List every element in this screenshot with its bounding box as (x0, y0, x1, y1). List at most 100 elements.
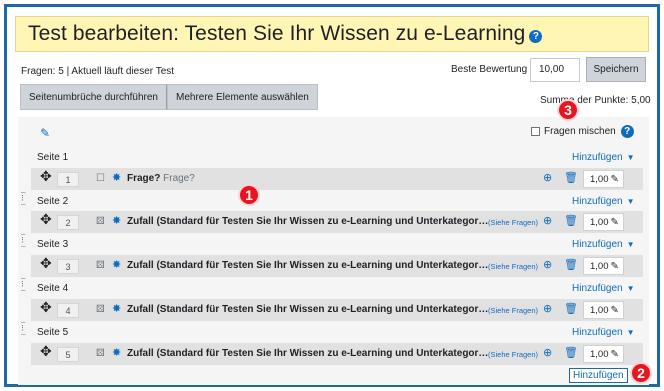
caret-down-icon: ▼ (626, 153, 635, 162)
add-menu-label: Hinzufügen (572, 196, 623, 207)
shuffle-checkbox[interactable] (531, 127, 540, 136)
help-icon[interactable]: ? (529, 29, 543, 43)
edit-mark-pencil-icon[interactable]: ✎ (611, 261, 619, 272)
slot-number: 2 (57, 215, 79, 230)
annotation-badge-3: 3 (557, 99, 579, 121)
page-header: Test bearbeiten: Testen Sie Ihr Wissen z… (15, 16, 649, 52)
max-mark[interactable]: 1,00 ✎ (583, 213, 624, 231)
shuffle-help-icon[interactable]: ? (620, 125, 634, 138)
add-bottom-label: Hinzufügen (573, 370, 624, 381)
question-title: Zufall (Standard für Testen Sie Ihr Wiss… (127, 260, 489, 271)
max-mark[interactable]: 1,00 ✎ (583, 257, 624, 275)
move-icon[interactable]: ✥ (40, 343, 52, 360)
gear-icon[interactable]: ✸ (112, 171, 121, 184)
question-title: Zufall (Standard für Testen Sie Ihr Wiss… (127, 304, 489, 315)
section-heading: Seite 2 (37, 196, 69, 207)
quiz-summary: Fragen: 5 | Aktuell läuft dieser Test (21, 66, 175, 77)
toolbar-buttons: Seitenumbrüche durchführen Mehrere Eleme… (20, 84, 318, 110)
add-menu-link[interactable]: Hinzufügen ▼ (572, 327, 635, 338)
question-title: Frage? (127, 173, 161, 184)
question-name[interactable]: Zufall (Standard für Testen Sie Ihr Wiss… (127, 260, 488, 271)
random-question-icon: ⚄ (96, 304, 105, 315)
edit-mark-pencil-icon[interactable]: ✎ (611, 349, 619, 360)
trash-icon[interactable]: 🗑 (564, 302, 578, 315)
preview-zoom-icon[interactable]: ⊕ (543, 171, 552, 184)
max-mark[interactable]: 1,00 ✎ (583, 170, 624, 188)
add-bottom-link[interactable]: Hinzufügen (569, 368, 628, 383)
mark-value: 1,00 (590, 260, 609, 272)
random-question-icon: ⚄ (96, 216, 105, 227)
gear-icon[interactable]: ✸ (112, 346, 121, 359)
random-question-icon: ⚄ (96, 348, 105, 359)
gear-icon[interactable]: ✸ (112, 214, 121, 227)
mark-value: 1,00 (590, 348, 609, 360)
page-break-icon[interactable]: ⎯ ⁝ ⎯ (21, 188, 26, 209)
total-marks: Summe der Punkte: 5,00 (540, 95, 651, 106)
mark-value: 1,00 (590, 173, 609, 185)
preview-zoom-icon[interactable]: ⊕ (543, 214, 552, 227)
repaginate-button[interactable]: Seitenumbrüche durchführen (20, 84, 167, 110)
page-break-icon[interactable]: ⎯ ⁝ ⎯ (21, 274, 26, 295)
preview-zoom-icon[interactable]: ⊕ (543, 258, 552, 271)
slot-number: 3 (57, 259, 79, 274)
question-type-icon: ☐ (96, 173, 105, 184)
section-heading: Seite 3 (37, 239, 69, 250)
question-name[interactable]: Frage? Frage? (127, 173, 195, 184)
see-questions-link[interactable]: (Siehe Fragen) (488, 350, 538, 359)
slot-number: 4 (57, 303, 79, 318)
add-menu-link[interactable]: Hinzufügen ▼ (572, 196, 635, 207)
add-menu-label: Hinzufügen (572, 327, 623, 338)
mark-value: 1,00 (590, 216, 609, 228)
save-button[interactable]: Speichern (586, 57, 646, 82)
annotation-badge-2: 2 (630, 362, 652, 384)
trash-icon[interactable]: 🗑 (564, 258, 578, 271)
move-icon[interactable]: ✥ (40, 255, 52, 272)
add-menu-label: Hinzufügen (572, 152, 623, 163)
question-name[interactable]: Zufall (Standard für Testen Sie Ihr Wiss… (127, 216, 488, 227)
caret-down-icon: ▼ (626, 197, 635, 206)
max-mark[interactable]: 1,00 ✎ (583, 345, 624, 363)
add-menu-link[interactable]: Hinzufügen ▼ (572, 239, 635, 250)
add-menu-label: Hinzufügen (572, 239, 623, 250)
section-heading: Seite 5 (37, 327, 69, 338)
add-menu-label: Hinzufügen (572, 283, 623, 294)
preview-zoom-icon[interactable]: ⊕ (543, 302, 552, 315)
mark-value: 1,00 (590, 304, 609, 316)
gear-icon[interactable]: ✸ (112, 302, 121, 315)
edit-mark-pencil-icon[interactable]: ✎ (611, 305, 619, 316)
page-break-icon[interactable]: ⎯ ⁝ ⎯ (21, 318, 26, 339)
slot-number: 5 (57, 347, 79, 362)
edit-mark-pencil-icon[interactable]: ✎ (611, 217, 619, 228)
section-heading: Seite 1 (37, 152, 69, 163)
best-grade-input[interactable]: 10,00 (530, 58, 580, 82)
trash-icon[interactable]: 🗑 (564, 346, 578, 359)
see-questions-link[interactable]: (Siehe Fragen) (488, 306, 538, 315)
annotation-badge-1: 1 (238, 184, 260, 206)
shuffle-questions[interactable]: Fragen mischen ? (531, 125, 634, 138)
select-multiple-button[interactable]: Mehrere Elemente auswählen (166, 84, 318, 110)
add-menu-link[interactable]: Hinzufügen ▼ (572, 152, 635, 163)
gear-icon[interactable]: ✸ (112, 258, 121, 271)
see-questions-link[interactable]: (Siehe Fragen) (488, 262, 538, 271)
question-name[interactable]: Zufall (Standard für Testen Sie Ihr Wiss… (127, 304, 488, 315)
page-break-icon[interactable]: ⎯ ⁝ ⎯ (21, 230, 26, 251)
question-name[interactable]: Zufall (Standard für Testen Sie Ihr Wiss… (127, 348, 488, 359)
see-questions-link[interactable]: (Siehe Fragen) (488, 218, 538, 227)
trash-icon[interactable]: 🗑 (564, 214, 578, 227)
edit-section-pencil-icon[interactable]: ✎ (40, 126, 50, 140)
question-title: Zufall (Standard für Testen Sie Ihr Wiss… (127, 348, 489, 359)
question-slot: ✥ 4 ⚄ ✸ Zufall (Standard für Testen Sie … (31, 299, 643, 321)
move-icon[interactable]: ✥ (40, 299, 52, 316)
random-question-icon: ⚄ (96, 260, 105, 271)
move-icon[interactable]: ✥ (40, 168, 52, 185)
trash-icon[interactable]: 🗑 (564, 171, 578, 184)
add-menu-link[interactable]: Hinzufügen ▼ (572, 283, 635, 294)
edit-mark-pencil-icon[interactable]: ✎ (611, 174, 619, 185)
move-icon[interactable]: ✥ (40, 211, 52, 228)
question-text: Frage? (163, 173, 195, 184)
caret-down-icon: ▼ (626, 328, 635, 337)
question-title: Zufall (Standard für Testen Sie Ihr Wiss… (127, 216, 489, 227)
preview-zoom-icon[interactable]: ⊕ (543, 346, 552, 359)
page-title: Test bearbeiten: Testen Sie Ihr Wissen z… (28, 22, 526, 45)
max-mark[interactable]: 1,00 ✎ (583, 301, 624, 319)
